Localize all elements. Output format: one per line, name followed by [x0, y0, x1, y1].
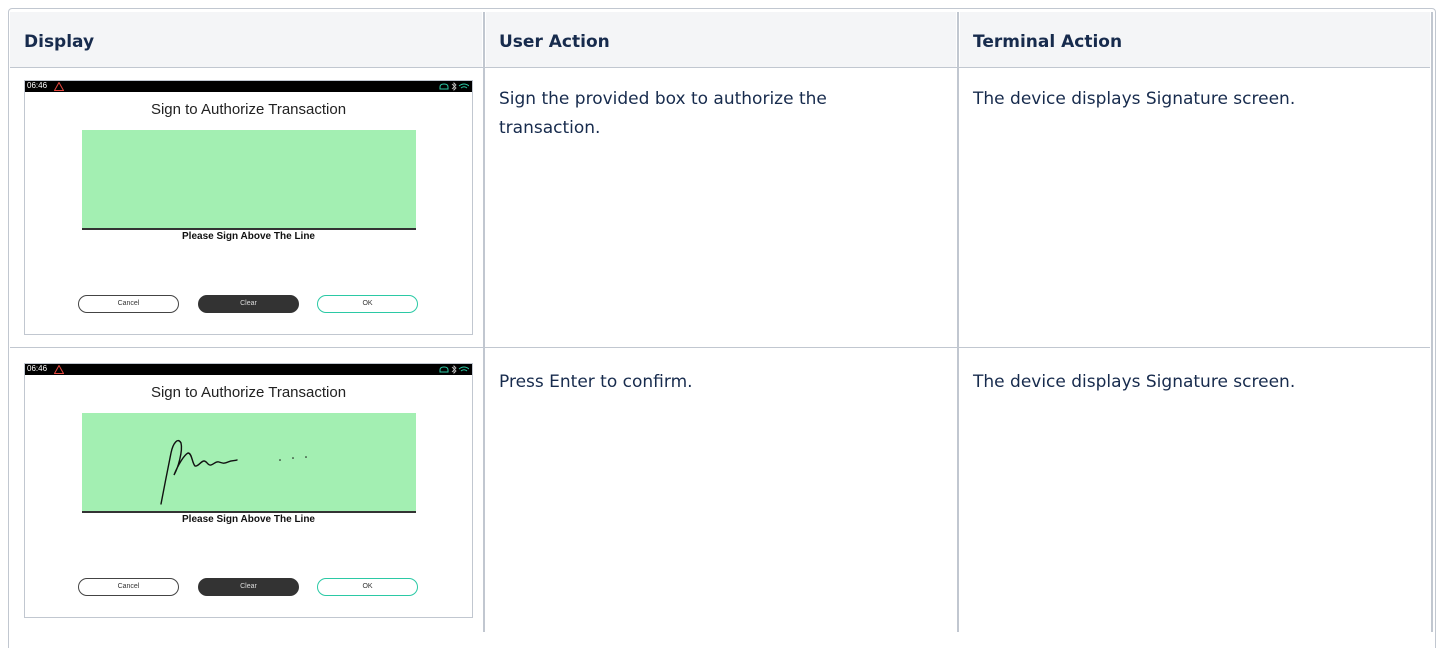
signature-stroke [160, 439, 307, 505]
cancel-button[interactable]: Cancel [78, 578, 179, 596]
row-divider [10, 347, 1430, 348]
status-time: 06:46 [27, 364, 48, 373]
signature-line [82, 228, 416, 230]
device-title: Sign to Authorize Transaction [150, 384, 347, 401]
ok-button[interactable]: OK [317, 295, 418, 313]
header-display: Display [24, 32, 95, 52]
column-separator-1 [483, 12, 485, 632]
bluetooth-icon [451, 82, 457, 91]
user-action-text: Sign the provided box to authorize the t… [499, 89, 827, 138]
terminal-action-text: The device displays Signature screen. [973, 89, 1296, 109]
signature-label: Please Sign Above The Line [182, 514, 315, 525]
clear-button[interactable]: Clear [198, 295, 299, 313]
device-title: Sign to Authorize Transaction [150, 101, 347, 118]
signature-label: Please Sign Above The Line [182, 231, 315, 242]
column-separator-3 [1431, 12, 1433, 632]
clear-button[interactable]: Clear [198, 578, 299, 596]
status-icons [439, 365, 469, 374]
signature-box[interactable] [82, 413, 416, 511]
cloud-icon [439, 83, 449, 90]
warning-icon [54, 365, 64, 374]
status-time: 06:46 [27, 81, 48, 90]
ok-button[interactable]: OK [317, 578, 418, 596]
column-separator-2 [957, 12, 959, 632]
cancel-button[interactable]: Cancel [78, 295, 179, 313]
user-action-text: Press Enter to confirm. [499, 372, 693, 392]
wifi-icon [458, 366, 469, 372]
status-bar: 06:46 [25, 364, 472, 375]
header-divider [10, 67, 1430, 68]
device-screen-signed: 06:46 Sign to Authorize Transaction Plea… [24, 363, 473, 618]
status-bar: 06:46 [25, 81, 472, 92]
status-icons [439, 82, 469, 91]
device-screen-unsigned: 06:46 Sign to Authorize Transaction Plea… [24, 80, 473, 335]
terminal-action-text: The device displays Signature screen. [973, 372, 1296, 392]
wifi-icon [458, 83, 469, 89]
cloud-icon [439, 366, 449, 373]
header-terminal-action: Terminal Action [973, 32, 1123, 52]
warning-icon [54, 82, 64, 91]
bluetooth-icon [451, 365, 457, 374]
signature-box[interactable] [82, 130, 416, 228]
header-user-action: User Action [499, 32, 610, 52]
signature-line [82, 511, 416, 513]
